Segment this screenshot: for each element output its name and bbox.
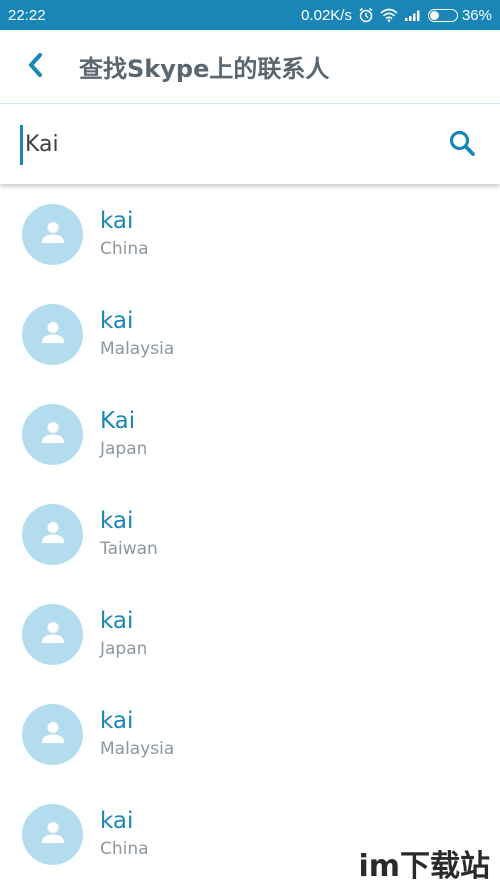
user-icon <box>40 319 66 349</box>
contact-name: kai <box>100 508 134 534</box>
user-icon <box>40 419 66 449</box>
list-item[interactable]: kai Japan <box>0 584 500 684</box>
list-item[interactable]: kai Taiwan <box>0 484 500 584</box>
user-icon <box>40 719 66 749</box>
battery-indicator: 36% <box>427 6 492 24</box>
list-item-text: kai Taiwan <box>100 507 158 561</box>
list-item[interactable]: kai Malaysia <box>0 684 500 784</box>
contact-name: kai <box>100 608 134 634</box>
avatar <box>22 803 83 865</box>
contact-name: kai <box>100 708 134 734</box>
contact-country: China <box>100 239 149 259</box>
avatar <box>22 603 83 665</box>
list-item-text: Kai Japan <box>100 407 147 461</box>
back-button[interactable] <box>0 30 70 104</box>
app-bar: 查找Skype上的联系人 <box>0 30 500 104</box>
status-time: 22:22 <box>8 6 46 24</box>
user-icon <box>40 519 66 549</box>
list-item[interactable]: Kai Japan <box>0 384 500 484</box>
contact-name: kai <box>100 308 134 334</box>
alarm-icon <box>358 7 374 23</box>
list-item-text: kai Malaysia <box>100 707 174 761</box>
list-item[interactable]: kai Malaysia <box>0 284 500 384</box>
avatar <box>22 503 83 565</box>
contact-name: kai <box>100 808 134 834</box>
battery-icon <box>427 8 458 22</box>
search-button[interactable] <box>446 129 478 161</box>
avatar <box>22 403 83 465</box>
list-item-text: kai Malaysia <box>100 307 174 361</box>
search-results-list: kai China kai Malaysia Kai Japan kai Tai… <box>0 184 500 884</box>
user-icon <box>40 219 66 249</box>
contact-name: Kai <box>100 408 136 434</box>
watermark-text: im下载站 <box>358 849 490 884</box>
user-icon <box>40 619 66 649</box>
avatar <box>22 303 83 365</box>
search-bar <box>0 105 500 184</box>
list-item-text: kai China <box>100 807 149 861</box>
user-icon <box>40 819 66 849</box>
contact-country: China <box>100 839 149 859</box>
avatar <box>22 703 83 765</box>
wifi-icon <box>380 8 398 22</box>
status-bar: 22:22 0.02K/s 36% <box>0 0 500 30</box>
list-item-text: kai China <box>100 207 149 261</box>
contact-country: Japan <box>100 439 148 459</box>
watermark-logo: im下载站 <box>354 841 494 885</box>
avatar <box>22 203 83 265</box>
status-right: 0.02K/s 36% <box>301 7 492 24</box>
chevron-left-icon <box>26 52 44 82</box>
list-item[interactable]: kai China <box>0 184 500 284</box>
search-input[interactable] <box>20 124 420 165</box>
signal-icon <box>404 8 422 22</box>
search-icon <box>448 129 476 161</box>
list-item-text: kai Japan <box>100 607 147 661</box>
contact-country: Taiwan <box>100 539 158 559</box>
page-title: 查找Skype上的联系人 <box>79 55 330 83</box>
network-speed: 0.02K/s <box>301 6 352 24</box>
contact-country: Malaysia <box>100 339 175 359</box>
battery-fill <box>429 10 440 20</box>
contact-country: Japan <box>100 639 148 659</box>
contact-country: Malaysia <box>100 739 175 759</box>
contact-name: kai <box>100 208 134 234</box>
battery-percent: 36% <box>461 6 492 24</box>
